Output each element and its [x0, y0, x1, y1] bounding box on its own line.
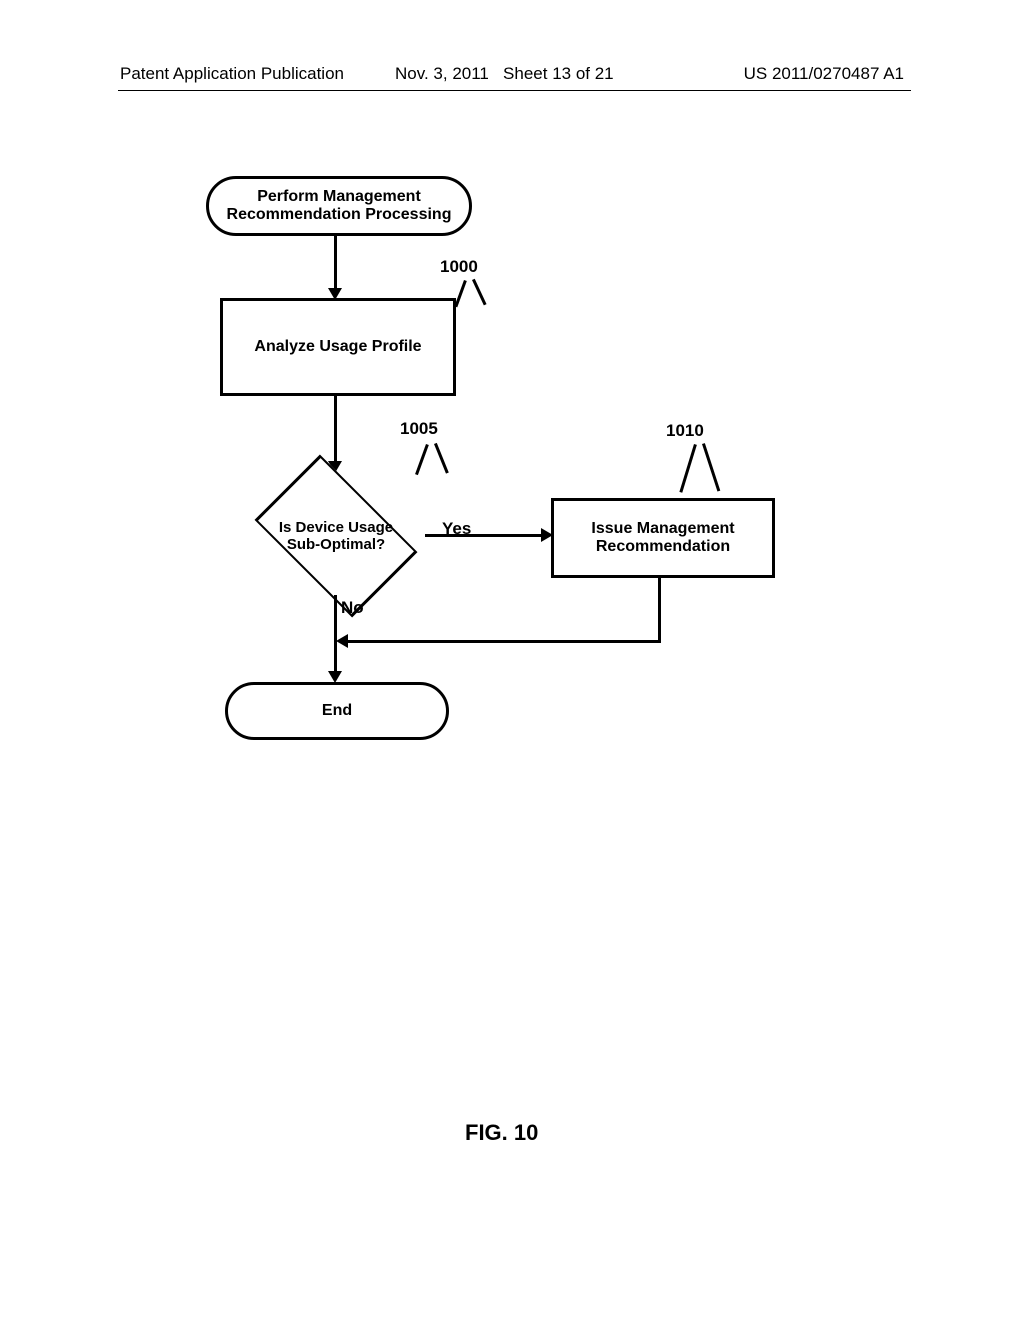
page: Patent Application Publication Nov. 3, 2… — [0, 0, 1024, 1320]
ref-num-1000: 1000 — [440, 257, 478, 277]
callout-1010 — [680, 448, 720, 500]
callout-1000 — [450, 284, 490, 324]
arrow-analyze-to-decision — [334, 393, 337, 463]
arrowhead-icon — [336, 634, 348, 648]
callout-1005 — [412, 448, 452, 488]
decision-is-device-usage-suboptimal: Is Device Usage Sub-Optimal? — [246, 476, 426, 596]
ref-num-1010: 1010 — [666, 421, 704, 441]
ref-num-1005: 1005 — [400, 419, 438, 439]
process-analyze-usage-profile: Analyze Usage Profile — [220, 298, 456, 396]
terminator-start-text: Perform Management Recommendation Proces… — [227, 188, 452, 225]
figure-caption: FIG. 10 — [465, 1120, 538, 1146]
edge-label-no: No — [341, 598, 364, 618]
terminator-end-text: End — [322, 702, 352, 720]
arrow-issue-to-mainline — [346, 640, 661, 643]
process-analyze-text: Analyze Usage Profile — [254, 338, 421, 356]
arrow-start-to-analyze — [334, 233, 337, 290]
arrow-decision-yes-to-issue — [425, 534, 543, 537]
process-issue-management-recommendation: Issue Management Recommendation — [551, 498, 775, 578]
terminator-end: End — [225, 682, 449, 740]
terminator-start: Perform Management Recommendation Proces… — [206, 176, 472, 236]
arrow-issue-down — [658, 575, 661, 642]
decision-label: Is Device Usage Sub-Optimal? — [246, 476, 426, 596]
process-issue-text: Issue Management Recommendation — [591, 520, 734, 557]
